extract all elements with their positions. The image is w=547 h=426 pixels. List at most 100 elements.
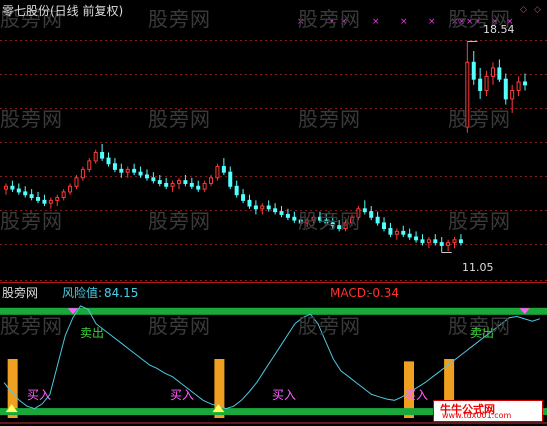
macd-label: MACD: bbox=[330, 286, 371, 300]
buy-label: 买入 bbox=[170, 388, 195, 402]
candle-body bbox=[234, 185, 239, 196]
candle-body bbox=[36, 197, 41, 201]
candle-body bbox=[458, 239, 463, 244]
candle-body bbox=[241, 194, 246, 201]
candle-body bbox=[375, 216, 380, 224]
candle-body bbox=[279, 211, 284, 215]
candle-body bbox=[144, 174, 149, 179]
sell-label: 卖出 bbox=[470, 326, 495, 340]
risk-label: 风险值: bbox=[62, 286, 103, 300]
macd-value: -0.34 bbox=[368, 286, 400, 300]
low-price-label: 11.05 bbox=[462, 261, 494, 274]
watermark: 股旁网 bbox=[0, 107, 63, 131]
buy-label: 买入 bbox=[404, 388, 429, 402]
candle-body bbox=[138, 171, 143, 176]
candle-body bbox=[132, 168, 137, 173]
watermark: 股旁网 bbox=[448, 209, 511, 233]
logo-line2: www.tdx001.com bbox=[442, 411, 512, 420]
candle-body bbox=[177, 180, 181, 184]
candle-body bbox=[93, 151, 98, 162]
candle-body bbox=[266, 205, 271, 210]
watermark: 股旁网 bbox=[0, 209, 63, 233]
candle-body bbox=[478, 78, 483, 91]
candle-body bbox=[273, 208, 278, 213]
candle-body bbox=[68, 185, 73, 193]
candle-body bbox=[414, 236, 419, 241]
candle-body bbox=[48, 199, 53, 204]
candle-body bbox=[401, 230, 406, 235]
candle-body bbox=[209, 177, 214, 184]
marker-icon: × bbox=[428, 17, 436, 27]
candle-body bbox=[112, 163, 117, 170]
candle-body bbox=[119, 168, 124, 173]
candle-body bbox=[42, 199, 47, 204]
candle-body bbox=[446, 242, 451, 246]
watermark: 股旁网 bbox=[448, 107, 511, 131]
marker-icon: × bbox=[372, 17, 380, 27]
candle-body bbox=[420, 239, 425, 244]
watermark: 股旁网 bbox=[148, 209, 211, 233]
candle-body bbox=[151, 177, 156, 182]
candle-body bbox=[439, 242, 444, 246]
candle-body bbox=[433, 239, 438, 244]
marker-icon: ◇ bbox=[520, 5, 527, 15]
candle-body bbox=[228, 171, 233, 187]
candle-body bbox=[510, 89, 515, 100]
candle-body bbox=[369, 211, 374, 218]
candle-body bbox=[426, 239, 431, 244]
chart-root: { "title": "零七股份(日线 前复权)", "watermark": … bbox=[0, 0, 547, 426]
site-logo: 牛牛公式网 www.tdx001.com bbox=[433, 400, 543, 422]
watermark: 股旁网 bbox=[298, 209, 361, 233]
candle-body bbox=[170, 182, 175, 187]
candle-body bbox=[202, 182, 207, 190]
candle-body bbox=[490, 67, 495, 77]
buy-label: 买入 bbox=[272, 388, 297, 402]
candle-body bbox=[87, 160, 92, 170]
candle-body bbox=[100, 151, 105, 159]
candle-body bbox=[452, 239, 457, 244]
candle-body bbox=[394, 230, 399, 235]
candle-body bbox=[260, 205, 265, 210]
candle-body bbox=[189, 182, 194, 187]
sell-label: 卖出 bbox=[80, 326, 105, 340]
watermark: 股旁网 bbox=[298, 314, 361, 338]
candle-body bbox=[125, 168, 130, 173]
marker-icon: ◇ bbox=[534, 5, 541, 15]
candle-body bbox=[285, 213, 290, 218]
buy-label: 买入 bbox=[27, 388, 52, 402]
candle-body bbox=[183, 180, 188, 184]
candle-body bbox=[516, 81, 521, 91]
candle-body bbox=[55, 197, 60, 201]
chart-title: 零七股份(日线 前复权) bbox=[2, 4, 124, 18]
marker-icon: × bbox=[400, 17, 408, 27]
candle-body bbox=[497, 67, 502, 80]
risk-value: 84.15 bbox=[104, 286, 139, 300]
candle-body bbox=[362, 208, 367, 213]
candle-body bbox=[157, 180, 162, 184]
candle-body bbox=[388, 228, 393, 235]
candle-body bbox=[164, 182, 169, 187]
candle-body bbox=[407, 233, 412, 238]
indicator-name: 股旁网 bbox=[2, 286, 39, 300]
watermark: 股旁网 bbox=[148, 107, 211, 131]
candle-body bbox=[74, 177, 79, 187]
candle-body bbox=[382, 222, 387, 230]
candle-body bbox=[503, 78, 508, 100]
watermark: 股旁网 bbox=[0, 314, 63, 338]
candle-body bbox=[292, 216, 297, 221]
candle-body bbox=[484, 75, 489, 91]
candle-body bbox=[247, 199, 252, 207]
high-price-label: 18.54 bbox=[483, 23, 515, 36]
candle-body bbox=[221, 166, 226, 173]
candle-body bbox=[196, 185, 201, 190]
candle-body bbox=[80, 168, 85, 179]
candle-body bbox=[61, 191, 66, 199]
candle-body bbox=[253, 205, 258, 210]
candle-body bbox=[29, 194, 34, 199]
watermark: 股旁网 bbox=[298, 7, 361, 31]
watermark: 股旁网 bbox=[298, 107, 361, 131]
candle-body bbox=[523, 81, 527, 86]
candle-body bbox=[215, 166, 220, 179]
candle-body bbox=[471, 61, 476, 80]
candle-body bbox=[4, 185, 8, 190]
